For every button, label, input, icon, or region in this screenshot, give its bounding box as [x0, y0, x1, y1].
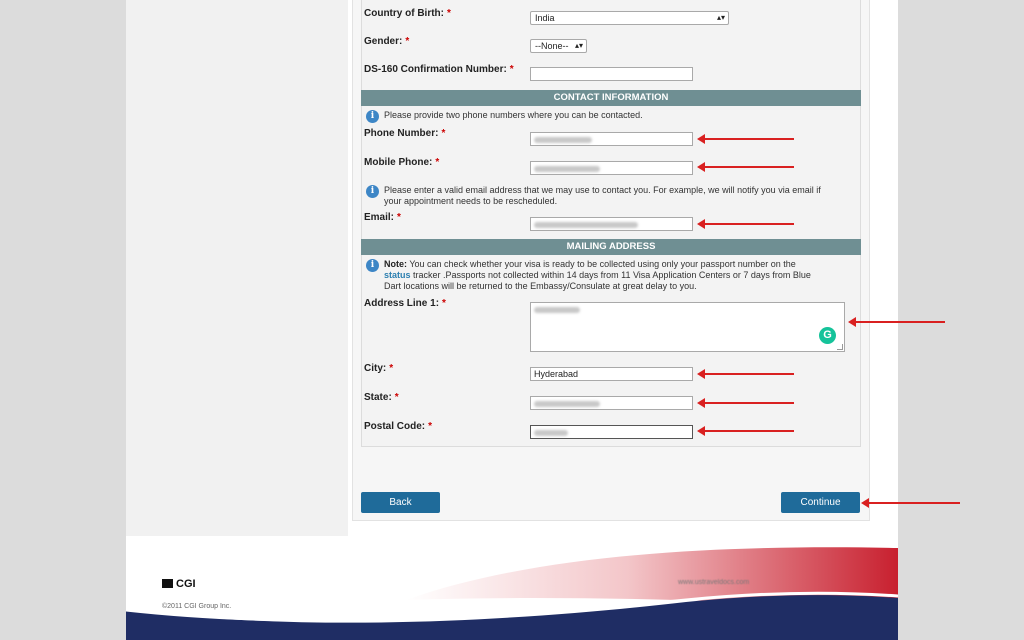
chevron-down-icon: ▴▾ — [716, 13, 725, 22]
gender-select[interactable]: --None-- ▴▾ — [530, 39, 587, 53]
email-info-text: Please enter a valid email address that … — [384, 185, 821, 206]
mailing-note: Note: You can check whether your visa is… — [384, 259, 811, 291]
info-icon: i — [366, 110, 379, 123]
state-input[interactable] — [530, 396, 693, 410]
annotation-arrow — [697, 426, 794, 436]
postal-code-label: Postal Code: * — [364, 421, 433, 432]
annotation-arrow — [861, 498, 960, 508]
annotation-arrow — [697, 162, 794, 172]
address1-label: Address Line 1: * — [364, 298, 446, 309]
info-icon: i — [366, 259, 379, 272]
status-link[interactable]: status — [384, 270, 411, 280]
ds160-input[interactable] — [530, 67, 693, 81]
phone-label: Phone Number: * — [364, 128, 446, 139]
country-of-birth-label: Country of Birth: * — [364, 8, 451, 19]
annotation-arrow — [697, 219, 794, 229]
mailing-section-header: MAILING ADDRESS — [361, 239, 861, 255]
city-input[interactable]: Hyderabad — [530, 367, 693, 381]
phone-input[interactable] — [530, 132, 693, 146]
copyright-text: ©2011 CGI Group Inc. — [162, 603, 232, 610]
footer: CGI ©2011 CGI Group Inc. www.ustraveldoc… — [126, 540, 898, 640]
chevron-down-icon: ▴▾ — [574, 41, 583, 50]
mobile-input[interactable] — [530, 161, 693, 175]
annotation-arrow — [697, 134, 794, 144]
postal-code-input[interactable] — [530, 425, 693, 439]
footer-swoosh — [126, 547, 898, 640]
left-column — [126, 0, 348, 536]
annotation-arrow — [848, 317, 945, 327]
footer-site-link[interactable]: www.ustraveldocs.com — [678, 579, 749, 586]
back-button[interactable]: Back — [361, 492, 440, 513]
country-of-birth-select[interactable]: India ▴▾ — [530, 11, 729, 25]
contact-info-text: Please provide two phone numbers where y… — [384, 110, 643, 120]
email-label: Email: * — [364, 212, 401, 223]
resize-handle[interactable] — [837, 344, 843, 350]
grammarly-icon[interactable]: G — [819, 327, 836, 344]
contact-section-header: CONTACT INFORMATION — [361, 90, 861, 106]
ds160-label: DS-160 Confirmation Number: * — [364, 64, 514, 75]
gender-label: Gender: * — [364, 36, 410, 47]
info-icon: i — [366, 185, 379, 198]
annotation-arrow — [697, 369, 794, 379]
annotation-arrow — [697, 398, 794, 408]
state-label: State: * — [364, 392, 399, 403]
continue-button[interactable]: Continue — [781, 492, 860, 513]
mobile-label: Mobile Phone: * — [364, 157, 440, 168]
cgi-logo: CGI — [162, 578, 196, 590]
city-label: City: * — [364, 363, 394, 374]
email-input[interactable] — [530, 217, 693, 231]
address1-textarea[interactable]: G — [530, 302, 845, 352]
